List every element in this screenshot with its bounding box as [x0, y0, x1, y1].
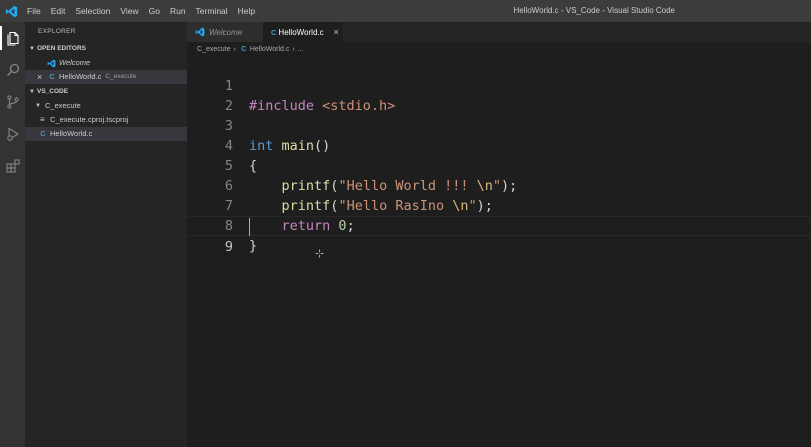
tab-label: Welcome: [209, 27, 243, 37]
explorer-sidebar: EXPLORER ▼ OPEN EDITORS Welcome × C Hell…: [25, 22, 187, 447]
code-editor[interactable]: 1 #include <stdio.h> 2 3 int main() 4 { …: [187, 56, 811, 447]
open-editors-header[interactable]: ▼ OPEN EDITORS: [25, 42, 187, 56]
search-icon[interactable]: [0, 54, 25, 86]
file-item-helloworld[interactable]: C HelloWorld.c: [25, 127, 187, 141]
file-label: C_execute.cproj.tscproj: [50, 115, 129, 124]
run-debug-icon[interactable]: [0, 118, 25, 150]
folder-c-execute[interactable]: ▼ C_execute: [25, 99, 187, 113]
code-line: 1 #include <stdio.h>: [187, 56, 811, 114]
chevron-down-icon: ▼: [29, 89, 35, 95]
open-editor-label: HelloWorld.c: [59, 72, 102, 81]
code-line: 3 int main(): [187, 96, 811, 154]
open-editor-label: Welcome: [59, 58, 91, 67]
ibeam-cursor-icon: ⊹: [315, 247, 325, 260]
code-line: 5 printf("Hello World !!! \n");: [187, 136, 811, 194]
vscode-welcome-icon: [195, 27, 205, 37]
code-line: 4 {: [187, 116, 811, 174]
explorer-title: EXPLORER: [38, 28, 76, 35]
breadcrumb: C_execute › C HelloWorld.c › ...: [187, 42, 811, 56]
workspace-header[interactable]: ▼ VS_CODE: [25, 85, 187, 99]
close-icon[interactable]: ×: [334, 27, 339, 37]
chevron-right-icon: ›: [233, 45, 236, 53]
editor-tabs: Welcome C HelloWorld.c ×: [187, 22, 811, 42]
close-icon[interactable]: ×: [37, 70, 47, 84]
menu-bar: File Edit Selection View Go Run Terminal…: [22, 0, 260, 22]
breadcrumb-folder[interactable]: C_execute: [197, 46, 230, 53]
source-control-icon[interactable]: [0, 86, 25, 118]
file-lines-icon: ≡: [40, 115, 45, 124]
open-editor-item-welcome[interactable]: Welcome: [25, 56, 187, 70]
menu-edit[interactable]: Edit: [46, 0, 71, 22]
text-caret: [249, 218, 250, 236]
menu-go[interactable]: Go: [144, 0, 165, 22]
c-file-icon: C: [40, 129, 46, 138]
extensions-icon[interactable]: [0, 150, 25, 182]
code-line: 2: [187, 76, 811, 114]
breadcrumb-file[interactable]: HelloWorld.c: [250, 46, 290, 53]
menu-file[interactable]: File: [22, 0, 46, 22]
file-label: HelloWorld.c: [50, 129, 93, 138]
activity-bar: [0, 22, 25, 447]
menu-selection[interactable]: Selection: [70, 0, 115, 22]
menu-help[interactable]: Help: [233, 0, 260, 22]
menu-terminal[interactable]: Terminal: [191, 0, 233, 22]
c-file-icon: C: [241, 45, 247, 53]
chevron-down-icon: ▼: [29, 46, 35, 52]
files-icon[interactable]: [0, 22, 25, 54]
tab-label: HelloWorld.c: [278, 27, 324, 37]
code-line: 6 printf("Hello RasIno \n");: [187, 156, 811, 214]
chevron-down-icon: ▼: [35, 103, 41, 109]
line-number: 9: [224, 239, 233, 255]
open-editors-label: OPEN EDITORS: [37, 45, 87, 52]
tab-welcome[interactable]: Welcome: [187, 22, 263, 42]
vscode-welcome-icon: [47, 59, 59, 68]
open-editor-item-helloworld[interactable]: × C HelloWorld.c C_execute: [25, 70, 187, 84]
code-line: 8 }: [187, 196, 811, 254]
chevron-right-icon: ›: [292, 45, 295, 53]
breadcrumb-symbol[interactable]: ...: [298, 46, 304, 53]
menu-view[interactable]: View: [115, 0, 143, 22]
menu-run[interactable]: Run: [165, 0, 191, 22]
c-file-icon: C: [271, 27, 277, 37]
folder-label: C_execute: [45, 101, 81, 110]
vscode-logo-icon: [0, 0, 22, 22]
file-item-cproj[interactable]: ≡ C_execute.cproj.tscproj: [25, 113, 187, 127]
tab-helloworld[interactable]: C HelloWorld.c ×: [263, 22, 343, 42]
brace: }: [249, 238, 258, 254]
code-line-current: 9: [187, 216, 811, 255]
title-bar: File Edit Selection View Go Run Terminal…: [0, 0, 811, 22]
c-file-icon: C: [49, 72, 55, 81]
open-editor-description: C_execute: [105, 73, 137, 80]
code-line: 7 return 0;: [187, 176, 811, 234]
workspace-label: VS_CODE: [37, 88, 69, 95]
